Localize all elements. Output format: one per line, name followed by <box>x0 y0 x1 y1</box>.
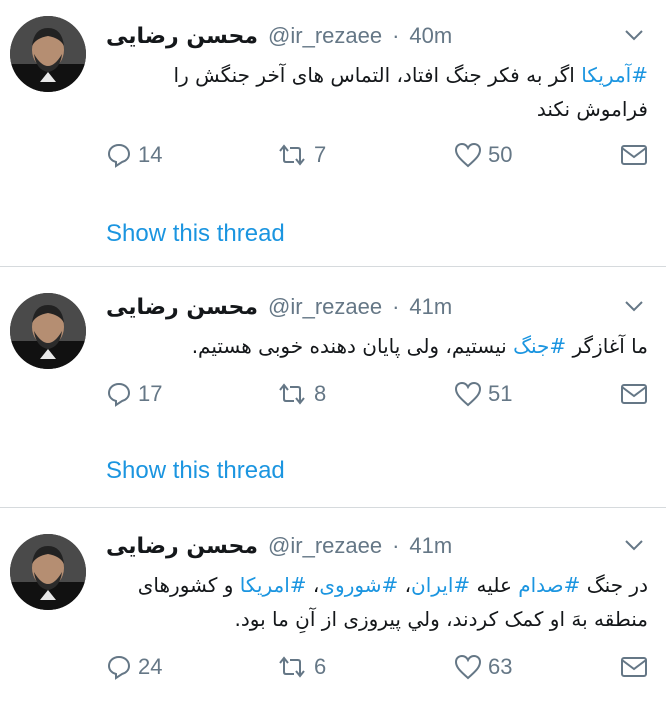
tweet-header: محسن رضایی @ir_rezaee · 40m <box>106 18 452 54</box>
tweet-3[interactable]: محسن رضایی @ir_rezaee · 41m در جنگ #صدام… <box>0 508 666 704</box>
tweet-text: #آمریکا اگر به فکر جنگ افتاد، التماس های… <box>106 58 648 126</box>
reply-button[interactable]: 14 <box>106 142 162 168</box>
separator-dot: · <box>392 23 400 48</box>
retweet-icon <box>279 383 305 405</box>
tweet-text-segment: ، <box>306 573 320 597</box>
tweet-2[interactable]: محسن رضایی @ir_rezaee · 41m ما آغازگر #ج… <box>0 267 666 508</box>
reply-button[interactable]: 24 <box>106 654 162 680</box>
author-handle[interactable]: @ir_rezaee <box>268 294 382 320</box>
chevron-down-icon[interactable] <box>624 28 644 42</box>
envelope-icon <box>621 145 647 165</box>
hashtag[interactable]: #صدام <box>518 573 580 597</box>
tweet-text-segment: نیستیم، ولی پایان دهنده خوبی هستیم. <box>191 334 514 358</box>
tweet-text-segment: ما آغازگر <box>566 334 648 358</box>
separator-dot: · <box>392 294 400 319</box>
tweet-header: محسن رضایی @ir_rezaee · 41m <box>106 528 452 564</box>
action-bar: 17 8 51 <box>106 379 648 409</box>
retweet-count: 8 <box>314 381 327 406</box>
dm-button[interactable] <box>620 144 648 166</box>
heart-icon <box>454 381 482 407</box>
retweet-count: 7 <box>314 142 327 167</box>
timestamp[interactable]: 41m <box>409 533 452 559</box>
timestamp[interactable]: 40m <box>409 23 452 49</box>
like-button[interactable]: 50 <box>454 142 512 168</box>
reply-count: 17 <box>138 381 163 406</box>
tweet-text: در جنگ #صدام علیه #ایران، #شوروی، #امریک… <box>106 568 648 636</box>
like-count: 51 <box>488 381 513 406</box>
avatar[interactable] <box>10 16 86 92</box>
chevron-down-icon[interactable] <box>624 538 644 552</box>
retweet-icon <box>279 144 305 166</box>
action-bar: 24 6 63 <box>106 652 648 682</box>
like-count: 50 <box>488 142 513 167</box>
tweet-text-segment: علیه <box>470 573 519 597</box>
retweet-count: 6 <box>314 654 327 679</box>
hashtag[interactable]: #شوروی <box>319 573 398 597</box>
chevron-down-icon[interactable] <box>624 299 644 313</box>
reply-count: 24 <box>138 654 163 679</box>
separator-dot: · <box>392 533 400 558</box>
hashtag[interactable]: #جنگ <box>513 334 566 358</box>
tweet-text-segment: اگر به فکر جنگ افتاد، التماس های آخر جنگ… <box>173 63 648 121</box>
timestamp[interactable]: 41m <box>409 294 452 320</box>
like-button[interactable]: 51 <box>454 381 512 407</box>
tweet-text: ما آغازگر #جنگ نیستیم، ولی پایان دهنده خ… <box>106 329 648 363</box>
retweet-button[interactable]: 6 <box>276 654 326 680</box>
author-name[interactable]: محسن رضایی <box>106 295 258 320</box>
tweet-text-segment: ، <box>398 573 412 597</box>
show-thread-link[interactable]: Show this thread <box>106 457 285 485</box>
reply-icon <box>107 382 131 407</box>
hashtag[interactable]: #ایران <box>411 573 470 597</box>
reply-button[interactable]: 17 <box>106 381 162 407</box>
dm-button[interactable] <box>620 656 648 678</box>
retweet-button[interactable]: 8 <box>276 381 326 407</box>
avatar[interactable] <box>10 293 86 369</box>
author-handle[interactable]: @ir_rezaee <box>268 23 382 49</box>
tweet-text-segment: در جنگ <box>580 573 648 597</box>
action-bar: 14 7 50 <box>106 140 648 170</box>
tweet-header: محسن رضایی @ir_rezaee · 41m <box>106 289 452 325</box>
envelope-icon <box>621 384 647 404</box>
tweet-1[interactable]: محسن رضایی @ir_rezaee · 40m #آمریکا اگر … <box>0 0 666 267</box>
retweet-button[interactable]: 7 <box>276 142 326 168</box>
dm-button[interactable] <box>620 383 648 405</box>
avatar[interactable] <box>10 534 86 610</box>
author-name[interactable]: محسن رضایی <box>106 534 258 559</box>
envelope-icon <box>621 657 647 677</box>
reply-icon <box>107 655 131 680</box>
like-count: 63 <box>488 654 513 679</box>
retweet-icon <box>279 656 305 678</box>
heart-icon <box>454 654 482 680</box>
hashtag[interactable]: #امریکا <box>240 573 307 597</box>
reply-count: 14 <box>138 142 163 167</box>
show-thread-link[interactable]: Show this thread <box>106 220 285 248</box>
hashtag[interactable]: #آمریکا <box>581 63 648 87</box>
author-handle[interactable]: @ir_rezaee <box>268 533 382 559</box>
heart-icon <box>454 142 482 168</box>
author-name[interactable]: محسن رضایی <box>106 24 258 49</box>
reply-icon <box>107 143 131 168</box>
like-button[interactable]: 63 <box>454 654 512 680</box>
